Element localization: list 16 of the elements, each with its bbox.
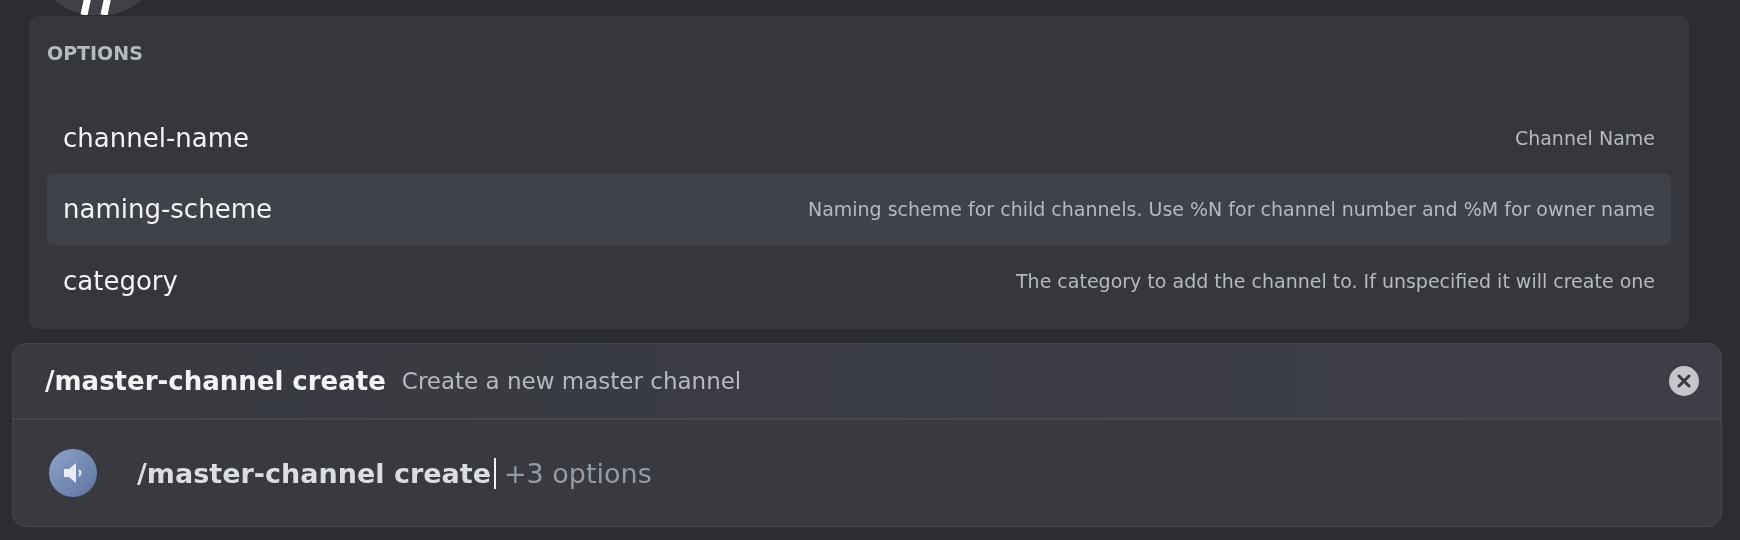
close-button[interactable] (1669, 366, 1699, 396)
option-description: The category to add the channel to. If unspecified it will create one (1016, 270, 1655, 293)
speaker-icon (49, 449, 97, 497)
command-description: Create a new master channel (401, 368, 743, 394)
close-icon (1677, 374, 1691, 388)
command-input[interactable]: /master-channel create +3 options (137, 457, 1685, 489)
option-name: category (63, 266, 178, 297)
option-name: naming-scheme (63, 194, 272, 225)
option-name: channel-name (63, 122, 249, 153)
option-description: Naming scheme for child channels. Use %N for channel number and %M for owner name (807, 198, 1655, 221)
option-item[interactable]: category The category to add the channel to. If unspecified it will create one (47, 245, 1671, 317)
option-item[interactable]: naming-scheme Naming scheme for child channels. Use %N for channel number and %M for owner name (47, 173, 1671, 246)
option-description: Channel Name (1514, 126, 1655, 149)
option-item[interactable]: channel-name Channel Name (47, 101, 1671, 174)
popup-heading: OPTIONS (47, 41, 144, 66)
command-name: /master-channel create (45, 366, 386, 396)
